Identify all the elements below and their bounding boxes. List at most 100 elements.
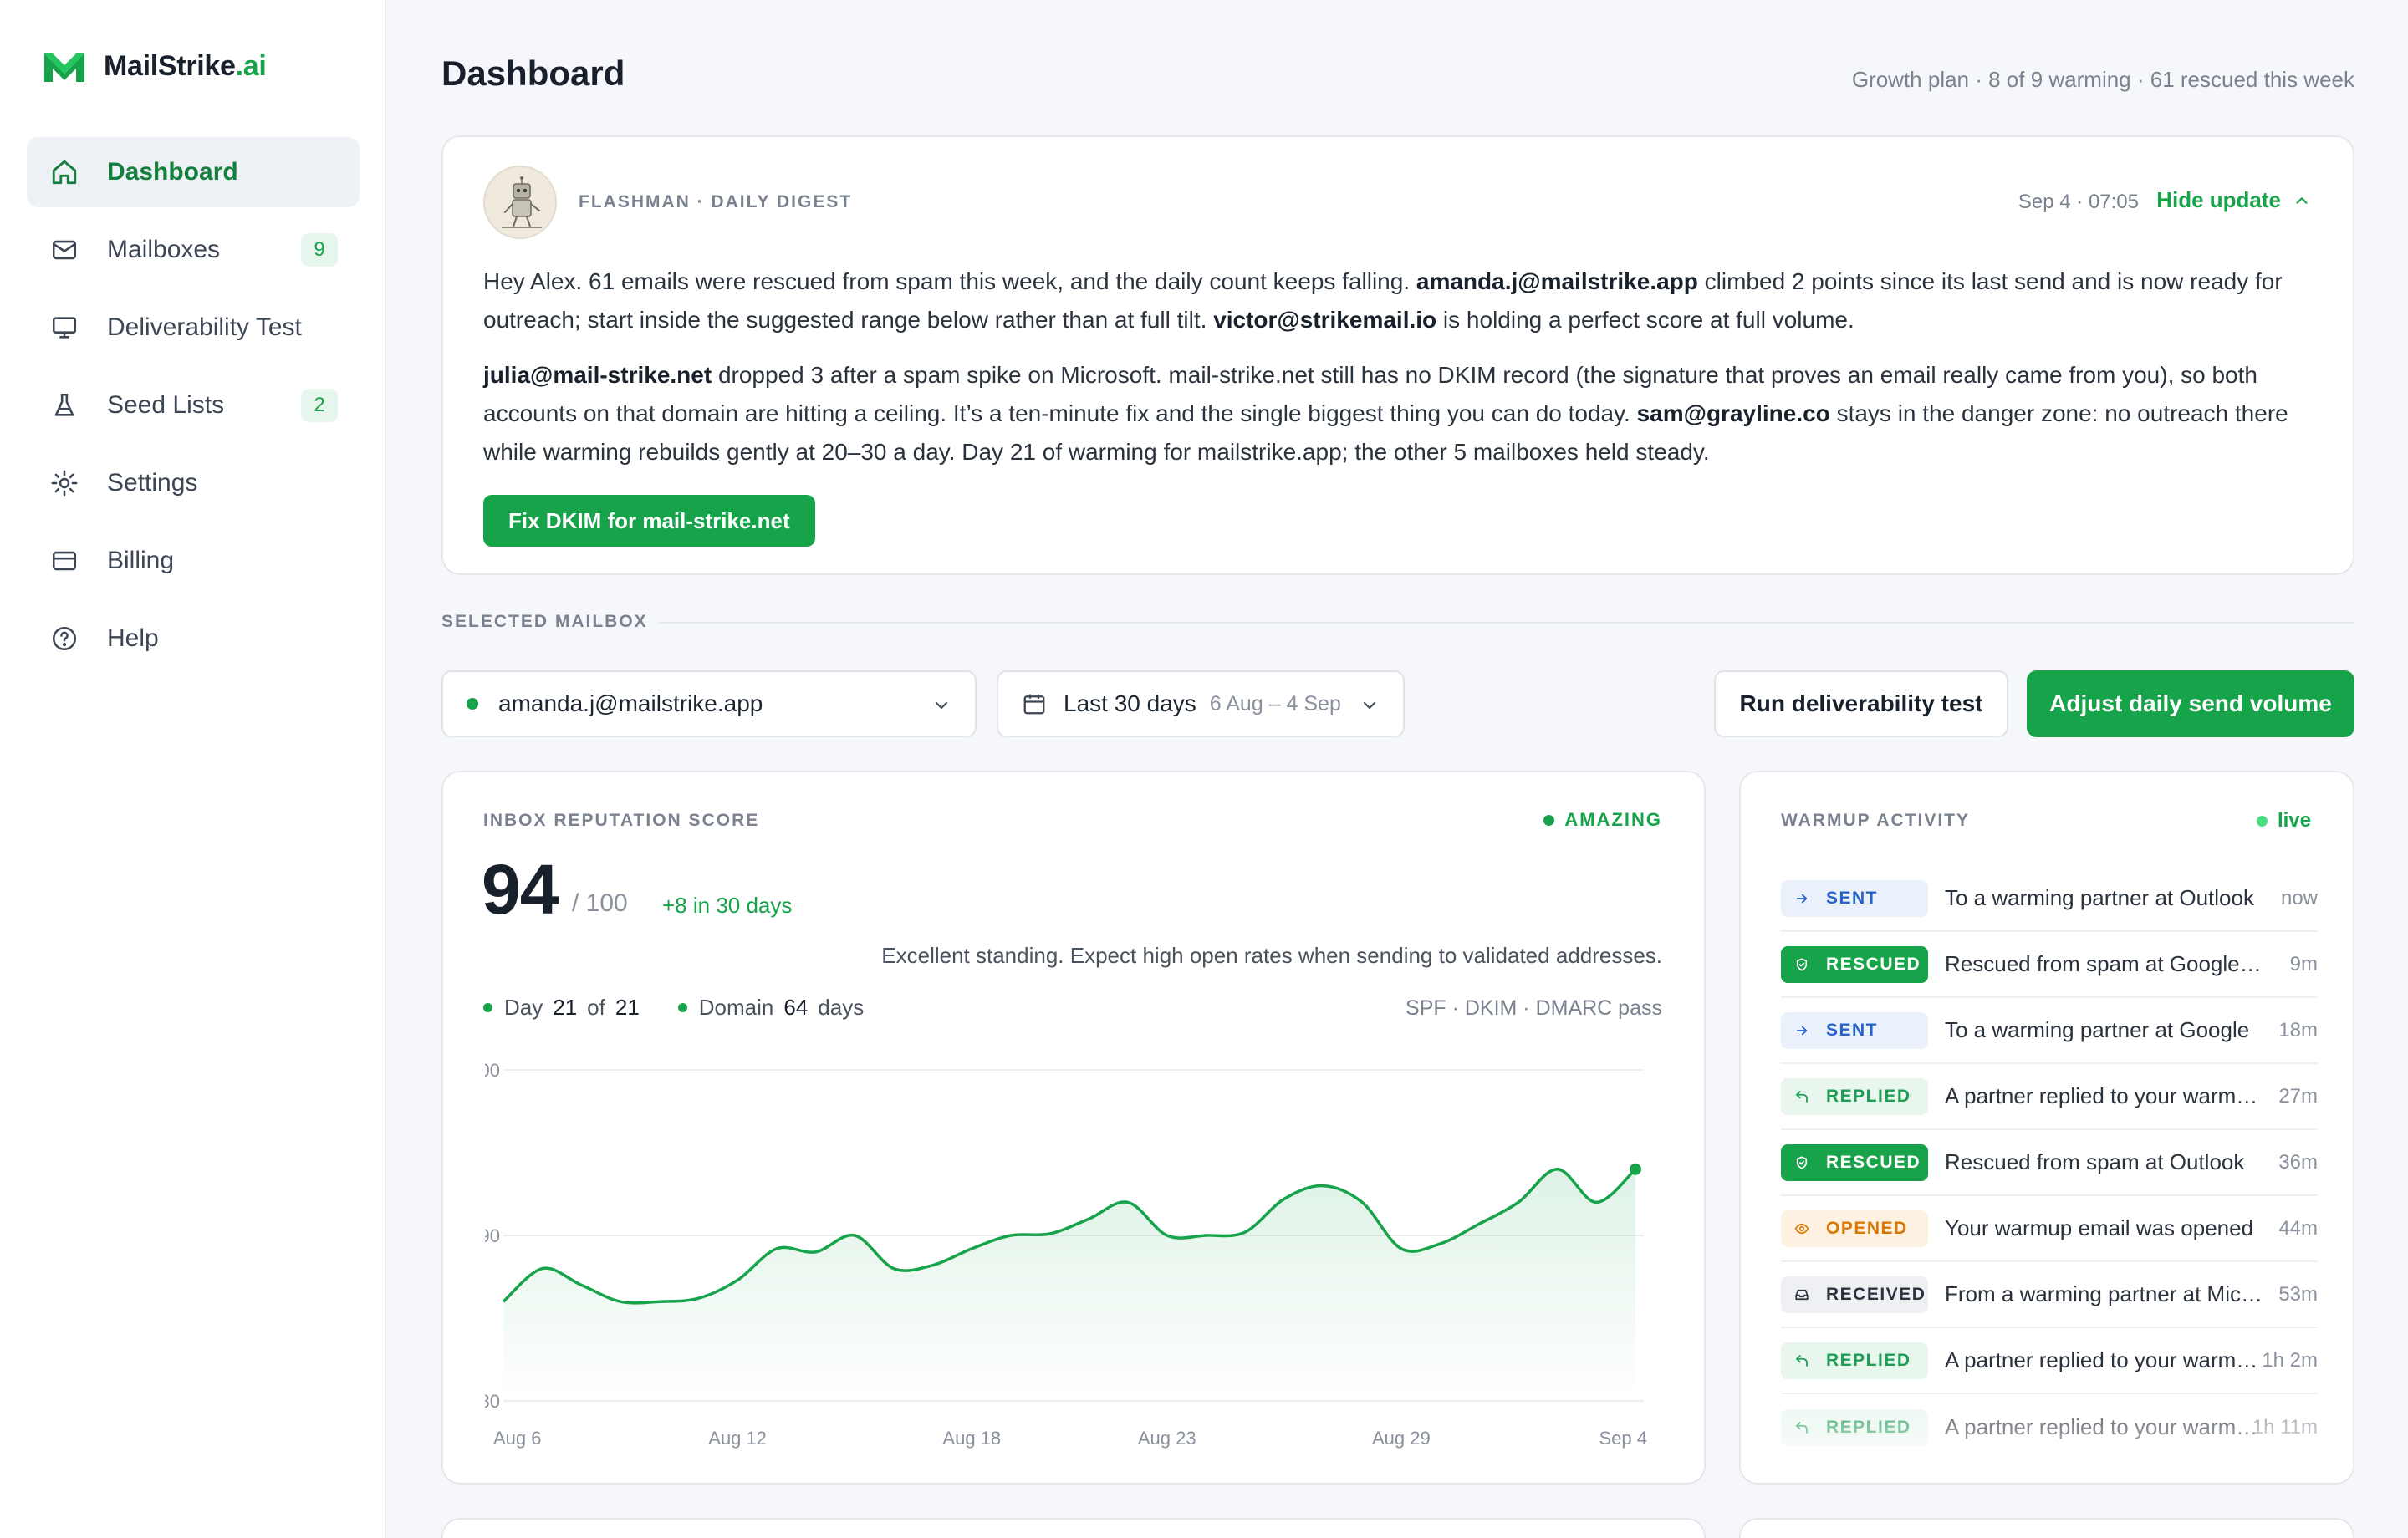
reputation-score-value: 94 xyxy=(482,850,559,929)
sidebar-item-label: Deliverability Test xyxy=(107,313,302,341)
sidebar-item-mailboxes[interactable]: Mailboxes 9 xyxy=(27,215,360,285)
domain-age-value: 64 xyxy=(783,995,809,1020)
badge-label: REPLIED xyxy=(1826,1086,1911,1106)
home-icon xyxy=(48,156,80,188)
reputation-score-max: / 100 xyxy=(572,889,628,917)
digest-paragraph-2: julia@mail-strike.net dropped 3 after a … xyxy=(483,362,2288,465)
sidebar-item-settings[interactable]: Settings xyxy=(27,448,360,518)
date-range-dates: 6 Aug – 4 Sep xyxy=(1209,691,1341,716)
reply-icon xyxy=(1794,1353,1818,1368)
sidebar-item-deliverability-test[interactable]: Deliverability Test xyxy=(27,293,360,363)
activity-time: 18m xyxy=(2278,1018,2318,1041)
activity-item[interactable]: RESCUED Rescued from spam at Outlook 36m xyxy=(1781,1130,2318,1196)
reply-icon xyxy=(1794,1089,1818,1104)
sidebar-item-label: Settings xyxy=(107,469,198,497)
mailbox-dropdown[interactable]: amanda.j@mailstrike.app xyxy=(441,670,977,737)
warming-meta: Day 21 of 21 Domain 64 days xyxy=(483,995,864,1021)
monitor-icon xyxy=(48,312,80,344)
activity-item[interactable]: RESCUED Rescued from spam at Google Works… xyxy=(1781,932,2318,998)
reputation-chart: 100 90 80 Aug 6 Aug 12 Aug 18 Aug 23 Aug 29 Sep … xyxy=(485,1060,1647,1449)
mailbox-dropdown-value: amanda.j@mailstrike.app xyxy=(498,690,763,716)
mailbox-status-dot xyxy=(467,698,478,710)
flask-icon xyxy=(48,390,80,421)
date-range-dropdown[interactable]: Last 30 days 6 Aug – 4 Sep xyxy=(997,670,1405,737)
badge-label: SENT xyxy=(1826,888,1879,908)
run-deliverability-test-button[interactable]: Run deliverability test xyxy=(1714,670,2008,737)
series-area xyxy=(503,1169,1635,1401)
mailbox-link: victor@strikemail.io xyxy=(1213,307,1437,333)
arrow-right-icon xyxy=(1794,891,1818,906)
chevron-down-icon xyxy=(935,701,948,710)
fix-dkim-button[interactable]: Fix DKIM for mail-strike.net xyxy=(483,495,815,547)
x-tick-label: Aug 29 xyxy=(1372,1428,1431,1449)
y-tick-label: 100 xyxy=(485,1060,500,1081)
activity-item[interactable]: RECEIVED From a warming partner at Micros… xyxy=(1781,1262,2318,1328)
arrow-right-icon xyxy=(1794,1023,1818,1038)
inbox-icon xyxy=(1794,1287,1818,1302)
activity-text: A partner replied to your warmup email xyxy=(1945,1083,2263,1108)
calendar-icon xyxy=(1023,694,1045,715)
activity-item[interactable]: SENT To a warming partner at Outlook now xyxy=(1781,866,2318,932)
hide-update-label: Hide update xyxy=(2156,187,2281,212)
digest-body: Hey Alex. 61 emails were rescued from sp… xyxy=(483,262,2323,488)
activity-item[interactable]: SENT To a warming partner at Google 18m xyxy=(1781,998,2318,1064)
rescued-badge: RESCUED xyxy=(1781,1143,1928,1181)
section-divider xyxy=(659,622,2354,624)
activity-text: From a warming partner at Microsoft xyxy=(1945,1281,2263,1306)
status-dot xyxy=(483,1003,492,1012)
sidebar-item-billing[interactable]: Billing xyxy=(27,526,360,596)
mailbox-link: amanda.j@mailstrike.app xyxy=(1416,268,1698,294)
mailboxes-count-badge: 9 xyxy=(301,233,338,267)
hide-update-button[interactable]: Hide update xyxy=(2156,187,2311,213)
rescued-badge: RESCUED xyxy=(1781,945,1928,983)
robot-icon xyxy=(485,167,555,237)
domain-age-unit: days xyxy=(818,995,865,1020)
y-tick-label: 80 xyxy=(485,1391,500,1412)
replied-badge: REPLIED xyxy=(1781,1077,1928,1115)
next-card xyxy=(1739,1518,2354,1538)
activity-text: A partner replied to your warmup email xyxy=(1945,1347,2263,1372)
x-tick-label: Aug 18 xyxy=(942,1428,1001,1449)
sidebar-item-label: Mailboxes xyxy=(107,236,221,263)
chevron-down-icon xyxy=(1363,701,1376,710)
digest-label: FLASHMAN · DAILY DIGEST xyxy=(579,192,853,211)
activity-time: 44m xyxy=(2278,1216,2318,1240)
shield-check-icon xyxy=(1794,1155,1818,1170)
adjust-send-volume-button[interactable]: Adjust daily send volume xyxy=(2027,670,2354,737)
mailstrike-logo-icon xyxy=(44,53,84,82)
badge-label: OPENED xyxy=(1826,1218,1908,1238)
plan-info: Growth plan · 8 of 9 warming · 61 rescue… xyxy=(1851,67,2354,92)
badge-label: RESCUED xyxy=(1826,954,1921,974)
badge-label: RESCUED xyxy=(1826,1152,1921,1172)
eye-icon xyxy=(1794,1221,1818,1236)
activity-time: 9m xyxy=(2289,952,2318,975)
sidebar-item-seed-lists[interactable]: Seed Lists 2 xyxy=(27,370,360,441)
seed-lists-count-badge: 2 xyxy=(301,389,338,422)
credit-card-icon xyxy=(48,545,80,577)
x-tick-label: Aug 6 xyxy=(493,1428,542,1449)
activity-item[interactable]: OPENED Your warmup email was opened 44m xyxy=(1781,1196,2318,1262)
opened-badge: OPENED xyxy=(1781,1210,1928,1247)
sidebar-item-dashboard[interactable]: Dashboard xyxy=(27,137,360,207)
selected-mailbox-label: SELECTED MAILBOX xyxy=(441,612,648,631)
activity-item[interactable]: REPLIED A partner replied to your warmup … xyxy=(1781,1064,2318,1130)
activity-text: Your warmup email was opened xyxy=(1945,1215,2254,1240)
activity-time: 36m xyxy=(2278,1150,2318,1174)
badge-label: SENT xyxy=(1826,1020,1879,1040)
shield-check-icon xyxy=(1794,957,1818,972)
daily-digest-card: FLASHMAN · DAILY DIGEST Sep 4 · 07:05 Hi… xyxy=(441,135,2354,575)
reputation-score-delta: +8 in 30 days xyxy=(662,893,793,918)
sidebar-item-label: Dashboard xyxy=(107,158,238,186)
sent-badge: SENT xyxy=(1781,1011,1928,1049)
status-dot xyxy=(1543,814,1555,826)
activity-text: Rescued from spam at Google Workspace xyxy=(1945,951,2263,976)
mailbox-link: julia@mail-strike.net xyxy=(483,362,712,388)
day-label: Day xyxy=(504,995,543,1020)
brand-logo[interactable]: MailStrike.ai xyxy=(42,48,267,84)
sidebar-item-label: Help xyxy=(107,624,159,652)
brand-name: MailStrike.ai xyxy=(104,49,267,82)
sidebar-item-help[interactable]: Help xyxy=(27,603,360,674)
x-tick-label: Aug 23 xyxy=(1138,1428,1196,1449)
domain-label: Domain xyxy=(698,995,774,1020)
chevron-up-icon xyxy=(2296,196,2308,204)
